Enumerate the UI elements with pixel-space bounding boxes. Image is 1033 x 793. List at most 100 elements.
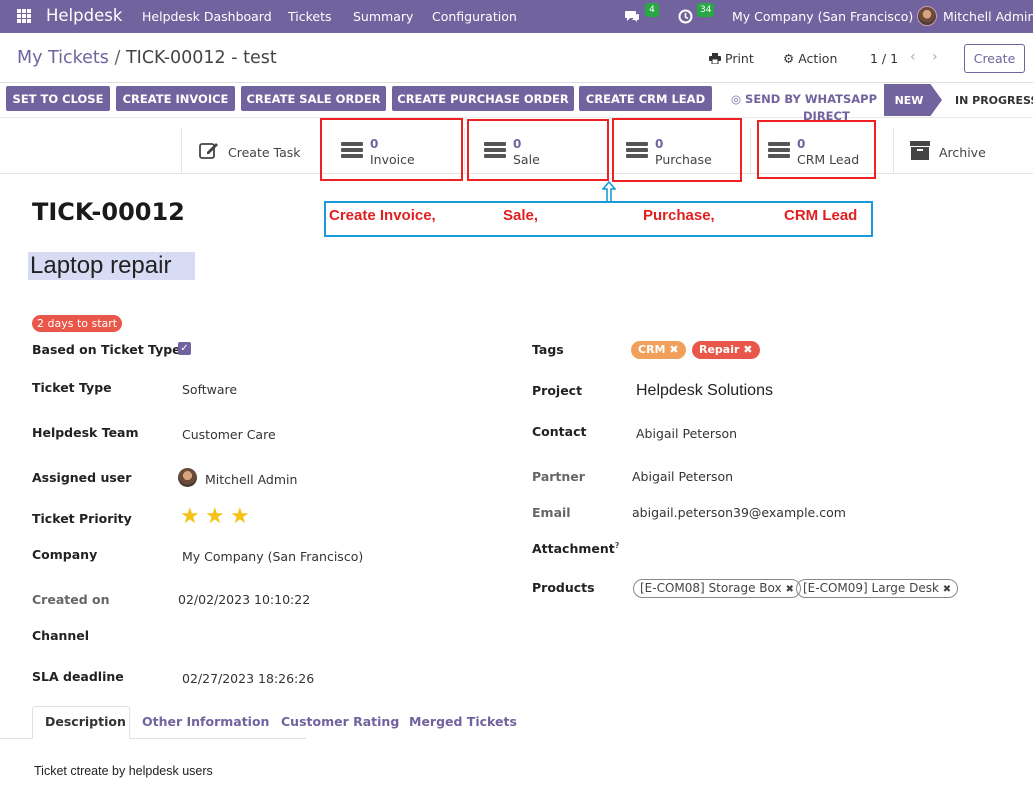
tag-repair[interactable]: Repair ✖ <box>692 341 760 359</box>
callout-crm-lead: CRM Lead <box>784 207 858 224</box>
partner-label: Partner <box>532 469 585 484</box>
pager-value[interactable]: 1 / 1 <box>870 51 898 66</box>
products-label: Products <box>532 580 595 595</box>
user-menu[interactable]: Mitchell Admin <box>943 9 1033 24</box>
assigned-user-label: Assigned user <box>32 470 132 485</box>
remove-tag-icon[interactable]: ✖ <box>669 343 678 356</box>
created-on-value: 02/02/2023 10:10:22 <box>178 592 311 607</box>
tab-other-information[interactable]: Other Information <box>142 714 269 729</box>
print-label: Print <box>725 51 754 66</box>
menu-tickets[interactable]: Tickets <box>288 9 332 24</box>
email-label: Email <box>532 505 571 520</box>
remove-tag-icon[interactable]: ✖ <box>743 343 752 356</box>
breadcrumb: My Tickets / TICK-00012 - test <box>17 48 277 68</box>
action-button[interactable]: ⚙ Action <box>783 51 837 66</box>
create-button[interactable]: Create <box>964 44 1025 73</box>
callout-invoice: Create Invoice, <box>329 207 436 224</box>
product-chip-label: [E-COM08] Storage Box <box>640 581 782 595</box>
create-crm-lead-button[interactable]: CREATE CRM LEAD <box>579 86 712 111</box>
create-sale-order-button[interactable]: CREATE SALE ORDER <box>241 86 386 111</box>
assigned-user-avatar <box>178 468 197 487</box>
user-avatar[interactable] <box>917 6 937 26</box>
pager-next-icon[interactable]: › <box>932 49 938 65</box>
channel-label: Channel <box>32 628 90 643</box>
menu-configuration[interactable]: Configuration <box>432 9 517 24</box>
ticket-type-label: Ticket Type <box>32 380 112 395</box>
email-value: abigail.peterson39@example.com <box>632 505 846 520</box>
edit-icon <box>199 143 218 159</box>
product-chip[interactable]: [E-COM08] Storage Box ✖ <box>633 579 801 598</box>
ticket-type-field[interactable]: Software <box>182 382 237 397</box>
invoice-highlight-box <box>320 118 463 181</box>
gear-icon: ⚙ <box>783 51 795 66</box>
apps-menu-icon[interactable] <box>17 9 31 23</box>
tab-merged-tickets[interactable]: Merged Tickets <box>409 714 517 729</box>
sale-highlight-box <box>467 119 609 181</box>
archive-icon <box>910 141 930 160</box>
menu-helpdesk-dashboard[interactable]: Helpdesk Dashboard <box>142 9 272 24</box>
top-navbar: Helpdesk Helpdesk Dashboard Tickets Summ… <box>0 0 1033 33</box>
priority-star-icon[interactable]: ★ <box>230 504 250 529</box>
menu-summary[interactable]: Summary <box>353 9 413 24</box>
tag-crm[interactable]: CRM ✖ <box>631 341 686 359</box>
printer-icon <box>709 53 721 65</box>
stage-in-progress[interactable]: IN PROGRESS <box>955 94 1033 107</box>
tag-crm-label: CRM <box>638 343 666 356</box>
archive-button[interactable]: Archive <box>939 145 986 160</box>
pager-prev-icon[interactable]: ‹ <box>910 49 916 65</box>
print-button[interactable]: Print <box>709 51 754 66</box>
help-tooltip-icon[interactable]: ? <box>615 541 620 550</box>
contact-field[interactable]: Abigail Peterson <box>636 426 737 441</box>
tab-customer-rating[interactable]: Customer Rating <box>281 714 399 729</box>
tab-description[interactable]: Description <box>45 714 126 729</box>
helpdesk-team-label: Helpdesk Team <box>32 425 139 440</box>
create-task-button[interactable]: Create Task <box>228 145 301 160</box>
callout-sale: Sale, <box>503 207 539 224</box>
company-field[interactable]: My Company (San Francisco) <box>182 549 363 564</box>
tags-label: Tags <box>532 342 564 357</box>
remove-product-icon[interactable]: ✖ <box>943 584 951 595</box>
create-invoice-button[interactable]: CREATE INVOICE <box>116 86 235 111</box>
project-label: Project <box>532 383 583 398</box>
tag-repair-label: Repair <box>699 343 740 356</box>
created-on-label: Created on <box>32 592 110 607</box>
priority-star-icon[interactable]: ★ <box>205 504 225 529</box>
crm-highlight-box <box>757 120 876 179</box>
breadcrumb-current: TICK-00012 - test <box>125 48 277 68</box>
chat-count-badge: 4 <box>645 3 659 17</box>
app-brand[interactable]: Helpdesk <box>46 6 122 25</box>
assigned-user-field[interactable]: Mitchell Admin <box>205 472 297 487</box>
stage-new[interactable]: NEW <box>884 84 942 116</box>
attachment-label: Attachment? <box>532 541 619 556</box>
based-on-type-checkbox[interactable]: ✓ <box>178 342 191 355</box>
company-label: Company <box>32 547 98 562</box>
product-chip[interactable]: [E-COM09] Large Desk ✖ <box>796 579 959 598</box>
clock-icon[interactable] <box>678 9 693 28</box>
chat-icon[interactable] <box>624 9 640 27</box>
based-on-type-label: Based on Ticket Type <box>32 342 181 357</box>
description-text[interactable]: Ticket ctreate by helpdesk users <box>34 764 213 778</box>
ticket-priority-label: Ticket Priority <box>32 511 132 526</box>
up-arrow-icon <box>602 181 616 202</box>
helpdesk-team-field[interactable]: Customer Care <box>182 427 276 442</box>
company-switcher[interactable]: My Company (San Francisco) <box>732 9 913 24</box>
priority-star-icon[interactable]: ★ <box>180 504 200 529</box>
sla-status-badge: 2 days to start <box>32 315 123 332</box>
activity-count-badge: 34 <box>697 3 715 17</box>
whatsapp-icon: ◎ <box>731 92 742 106</box>
breadcrumb-separator: / <box>114 48 121 68</box>
create-purchase-order-button[interactable]: CREATE PURCHASE ORDER <box>392 86 574 111</box>
ticket-reference: TICK-00012 <box>32 198 185 226</box>
remove-product-icon[interactable]: ✖ <box>785 584 793 595</box>
set-to-close-button[interactable]: SET TO CLOSE <box>6 86 110 111</box>
partner-value: Abigail Peterson <box>632 469 734 484</box>
project-field[interactable]: Helpdesk Solutions <box>636 382 773 400</box>
callout-purchase: Purchase, <box>643 207 715 224</box>
ticket-name-field[interactable]: Laptop repair <box>28 252 195 280</box>
whatsapp-label: SEND BY WHATSAPP <box>745 92 878 106</box>
product-chip-label: [E-COM09] Large Desk <box>803 581 939 595</box>
send-whatsapp-button[interactable]: ◎ SEND BY WHATSAPP <box>731 92 877 106</box>
breadcrumb-parent[interactable]: My Tickets <box>17 48 109 68</box>
purchase-highlight-box <box>612 118 742 182</box>
contact-label: Contact <box>532 424 587 439</box>
